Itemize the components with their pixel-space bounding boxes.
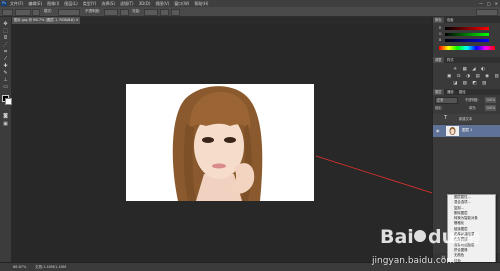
fill-input[interactable]: 100% [485,105,497,111]
fill-label: 填充: [469,106,477,110]
visibility-eye-icon[interactable]: ◉ [436,128,440,133]
text-layer-row[interactable]: T 新建文本 [433,114,500,124]
layer-thumbnail [446,126,459,136]
tab-adjustments[interactable]: 调整 [433,57,444,63]
adjustment-icons-row-3[interactable]: ◪ ▧ ◩ ▨ [453,81,488,86]
layer-name: 图层 1 [462,128,473,132]
type-layer-icon: T [444,115,448,121]
adjustment-icons-row-2[interactable]: ▣ ⚖ ◑ ▤ ◉ ▥ [447,74,500,79]
channel-b-label: B [439,38,442,42]
svg-text:经验: 经验 [454,231,480,247]
color-panel-tabs: 颜色 色板 [433,17,500,23]
channel-g-label: G [439,32,442,36]
layer-row-selected[interactable]: ◉ 图层 1 [433,125,500,137]
lock-label: 锁定: [435,106,443,110]
svg-text:du: du [428,226,455,248]
color-slider-b[interactable] [445,39,489,42]
tab-paths[interactable]: 路径 [457,89,468,95]
layer-opacity-label: 不透明度: [465,98,479,102]
svg-text:Bai: Bai [380,226,414,248]
text-layer-name: 新建文本 [459,117,473,121]
adjustments-panel-tabs: 调整 样式 [433,57,500,63]
blend-mode-select[interactable]: 正常 [435,97,458,104]
tab-channels[interactable]: 通道 [445,89,456,95]
tab-color[interactable]: 颜色 [433,17,444,23]
tab-swatches[interactable]: 色板 [445,17,456,23]
adjustment-icons-row-1[interactable]: ☀ ▦ ◢ ◐ [453,67,487,72]
layers-panel-tabs: 图层 通道 路径 [433,89,500,95]
baidu-jingyan-logo: Bai du 经验 [380,226,480,248]
color-slider-r[interactable] [445,27,489,30]
tab-layers[interactable]: 图层 [433,89,444,95]
layer-opacity-input[interactable]: 100% [485,97,497,103]
color-slider-g[interactable] [445,33,489,36]
color-spectrum-bar[interactable] [439,46,495,50]
watermark-url: jingyan.baidu.com [372,256,456,266]
tab-styles[interactable]: 样式 [445,57,456,63]
channel-r-label: R [439,26,442,30]
